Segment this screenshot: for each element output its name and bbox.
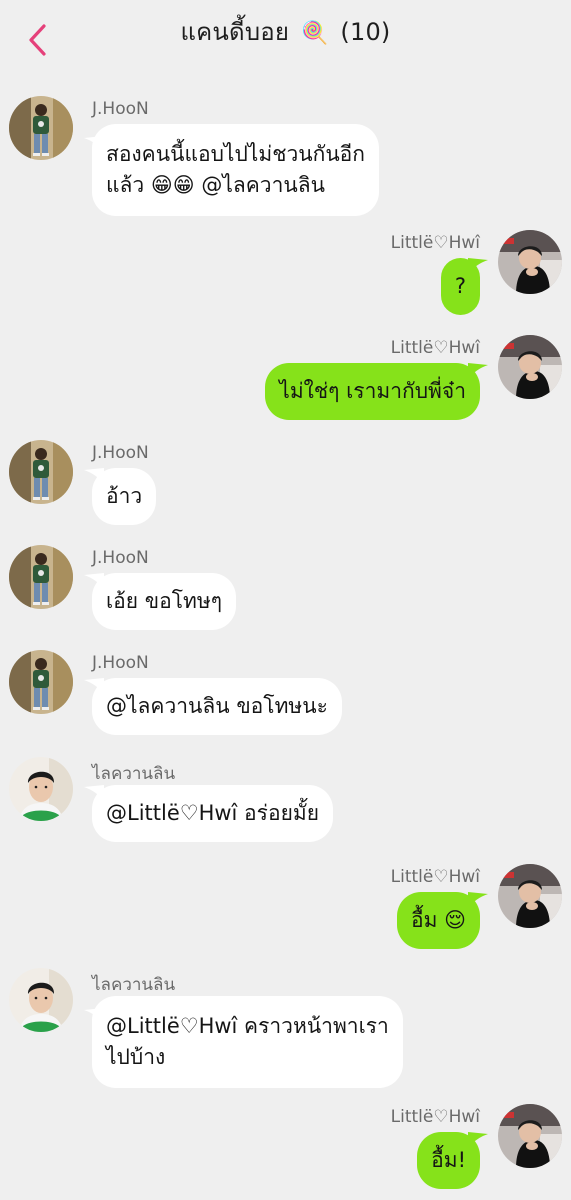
message-bubble[interactable]: @Littlë♡Hwî อร่อยมั้ย: [92, 785, 334, 842]
sender-name: J.HooN: [92, 653, 149, 673]
lollipop-icon: 🍭: [300, 21, 329, 46]
avatar[interactable]: [498, 230, 562, 294]
sender-name: ไลควานลิน: [92, 975, 176, 995]
message-group: Littlë♡Hwî ?: [0, 230, 571, 322]
member-count: (10): [340, 18, 391, 46]
message-group: J.HooN สองคนนี้แอบไปไม่ชวนกันอีก แล้ว 😁😁…: [0, 96, 571, 216]
message-group: J.HooN @ไลควานลิน ขอโทษนะ: [0, 650, 571, 742]
sender-name: Littlë♡Hwî: [390, 1107, 480, 1127]
message-bubble[interactable]: อื้ม!: [417, 1132, 480, 1189]
message-line: ไปบ้าง: [106, 1045, 166, 1069]
message-group: J.HooN เอ้ย ขอโทษๆ: [0, 545, 571, 637]
sender-name: J.HooN: [92, 99, 149, 119]
message-bubble[interactable]: @Littlë♡Hwî คราวหน้าพาเรา ไปบ้าง: [92, 996, 403, 1088]
message-bubble[interactable]: สองคนนี้แอบไปไม่ชวนกันอีก แล้ว 😁😁 @ไลควา…: [92, 124, 380, 216]
message-group: Littlë♡Hwî ไม่ใช่ๆ เรามากับพี่จ๋า: [0, 335, 571, 427]
message-bubble[interactable]: เอ้ย ขอโทษๆ: [92, 573, 236, 630]
message-bubble[interactable]: ?: [440, 258, 480, 315]
message-bubble[interactable]: ไม่ใช่ๆ เรามากับพี่จ๋า: [265, 363, 480, 420]
message-group: Littlë♡Hwî อื้ม 😌: [0, 864, 571, 956]
chat-title: แคนดี้บอย 🍭 (10): [0, 12, 571, 51]
message-bubble[interactable]: อื้ม 😌: [396, 892, 480, 949]
group-name: แคนดี้บอย: [180, 18, 290, 46]
avatar[interactable]: [498, 864, 562, 928]
message-bubble[interactable]: @ไลควานลิน ขอโทษนะ: [92, 678, 342, 735]
sender-name: Littlë♡Hwî: [390, 338, 480, 358]
sender-name: Littlë♡Hwî: [390, 233, 480, 253]
message-line: แล้ว 😁😁 @ไลควานลิน: [106, 173, 325, 197]
sender-name: ไลควานลิน: [92, 764, 176, 784]
avatar[interactable]: [9, 650, 73, 714]
message-group: ไลควานลิน @Littlë♡Hwî อร่อยมั้ย: [0, 757, 571, 849]
sender-name: J.HooN: [92, 548, 149, 568]
avatar[interactable]: [9, 96, 73, 160]
sender-name: Littlë♡Hwî: [390, 867, 480, 887]
message-group: J.HooN อ้าว: [0, 440, 571, 532]
message-bubble[interactable]: อ้าว: [92, 468, 157, 525]
chat-header: แคนดี้บอย 🍭 (10): [0, 0, 571, 84]
avatar[interactable]: [9, 440, 73, 504]
message-group: Littlë♡Hwî อื้ม!: [0, 1104, 571, 1196]
avatar[interactable]: [9, 545, 73, 609]
message-line: สองคนนี้แอบไปไม่ชวนกันอีก: [106, 142, 366, 166]
sender-name: J.HooN: [92, 443, 149, 463]
avatar[interactable]: [498, 335, 562, 399]
message-line: @Littlë♡Hwî คราวหน้าพาเรา: [106, 1014, 389, 1038]
avatar[interactable]: [9, 968, 73, 1032]
message-group: ไลควานลิน @Littlë♡Hwî คราวหน้าพาเรา ไปบ้…: [0, 968, 571, 1088]
avatar[interactable]: [498, 1104, 562, 1168]
avatar[interactable]: [9, 757, 73, 821]
